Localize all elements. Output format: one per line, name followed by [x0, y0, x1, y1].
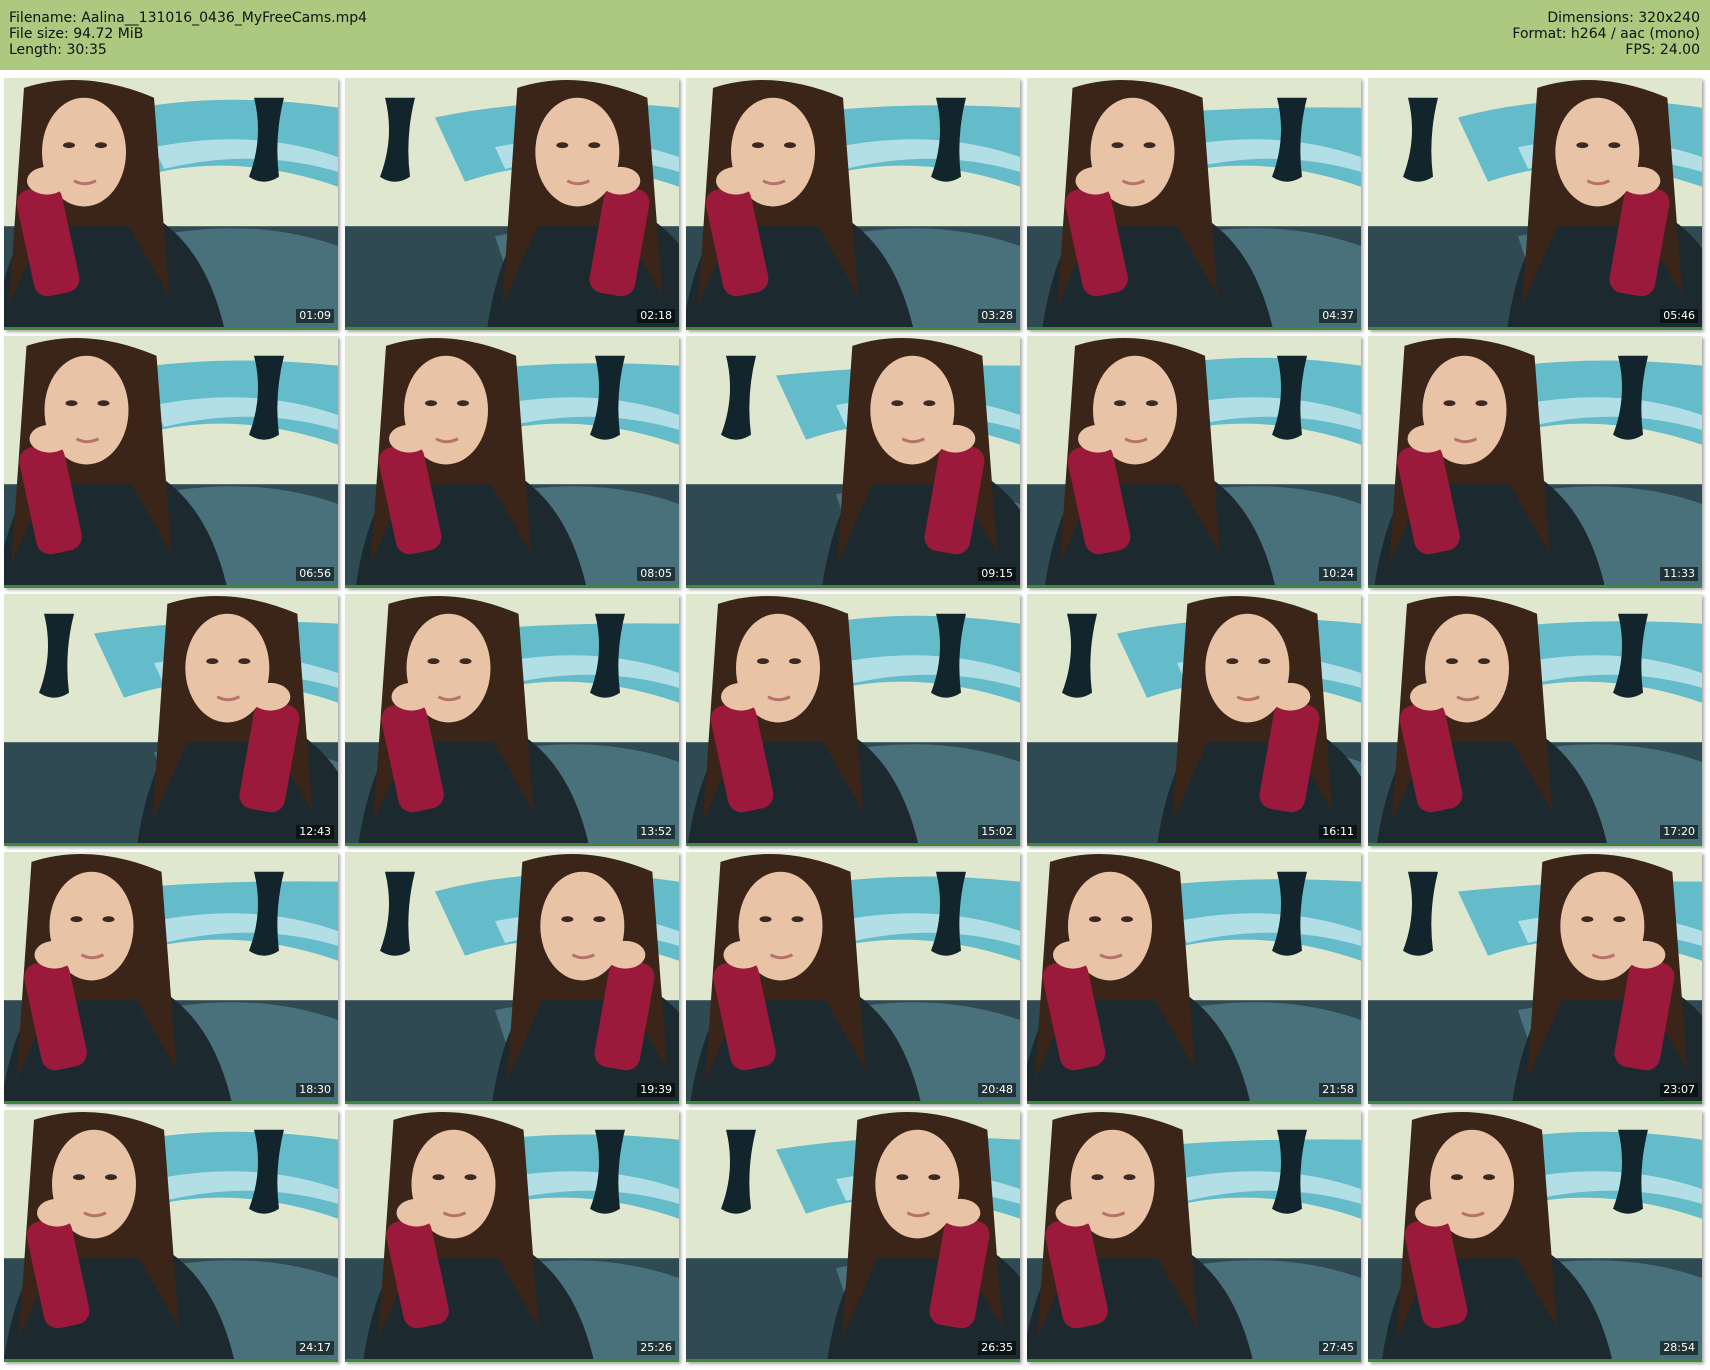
timestamp-label: 24:17 — [296, 1341, 334, 1355]
timestamp-label: 27:45 — [1319, 1341, 1357, 1355]
video-frame-image — [4, 1110, 338, 1359]
thumbnail-frame: 18:30 — [4, 852, 338, 1104]
video-frame-image — [4, 336, 338, 585]
thumbnail-frame: 20:48 — [686, 852, 1020, 1104]
video-frame-image — [1368, 594, 1702, 843]
thumbnail-frame: 17:20 — [1368, 594, 1702, 846]
video-frame-image — [1368, 1110, 1702, 1359]
file-info: Filename: Aalina__131016_0436_MyFreeCams… — [9, 10, 367, 58]
video-frame-image — [1368, 336, 1702, 585]
timestamp-label: 26:35 — [978, 1341, 1016, 1355]
fps-text: FPS: 24.00 — [1625, 42, 1700, 58]
timestamp-label: 05:46 — [1660, 309, 1698, 323]
video-frame-image — [1027, 1110, 1361, 1359]
thumbnail-frame: 19:39 — [345, 852, 679, 1104]
timestamp-label: 12:43 — [296, 825, 334, 839]
video-frame-image — [345, 78, 679, 327]
video-frame-image — [1368, 852, 1702, 1101]
timestamp-label: 23:07 — [1660, 1083, 1698, 1097]
video-frame-image — [345, 594, 679, 843]
thumbnail-frame: 16:11 — [1027, 594, 1361, 846]
timestamp-label: 21:58 — [1319, 1083, 1357, 1097]
thumbnail-frame: 04:37 — [1027, 78, 1361, 330]
timestamp-label: 09:15 — [978, 567, 1016, 581]
filesize-text: File size: 94.72 MiB — [9, 26, 144, 42]
video-frame-image — [686, 1110, 1020, 1359]
filename-text: Filename: Aalina__131016_0436_MyFreeCams… — [9, 10, 367, 26]
thumbnail-frame: 05:46 — [1368, 78, 1702, 330]
timestamp-label: 13:52 — [637, 825, 675, 839]
thumbnail-frame: 02:18 — [345, 78, 679, 330]
length-text: Length: 30:35 — [9, 42, 107, 58]
thumbnail-frame: 03:28 — [686, 78, 1020, 330]
timestamp-label: 02:18 — [637, 309, 675, 323]
video-frame-image — [686, 852, 1020, 1101]
timestamp-label: 15:02 — [978, 825, 1016, 839]
video-frame-image — [1368, 78, 1702, 327]
video-frame-image — [1027, 336, 1361, 585]
timestamp-label: 17:20 — [1660, 825, 1698, 839]
timestamp-label: 04:37 — [1319, 309, 1357, 323]
thumbnail-frame: 15:02 — [686, 594, 1020, 846]
thumbnail-frame: 10:24 — [1027, 336, 1361, 588]
thumbnail-frame: 12:43 — [4, 594, 338, 846]
thumbnail-frame: 21:58 — [1027, 852, 1361, 1104]
thumbnail-frame: 13:52 — [345, 594, 679, 846]
dimensions-text: Dimensions: 320x240 — [1547, 10, 1700, 26]
thumbnail-frame: 06:56 — [4, 336, 338, 588]
video-frame-image — [4, 852, 338, 1101]
video-frame-image — [4, 594, 338, 843]
video-frame-image — [345, 852, 679, 1101]
video-frame-image — [1027, 78, 1361, 327]
timestamp-label: 20:48 — [978, 1083, 1016, 1097]
timestamp-label: 19:39 — [637, 1083, 675, 1097]
video-frame-image — [1027, 852, 1361, 1101]
thumbnail-frame: 23:07 — [1368, 852, 1702, 1104]
timestamp-label: 10:24 — [1319, 567, 1357, 581]
video-frame-image — [686, 336, 1020, 585]
thumbnail-frame: 01:09 — [4, 78, 338, 330]
format-text: Format: h264 / aac (mono) — [1512, 26, 1700, 42]
timestamp-label: 08:05 — [637, 567, 675, 581]
timestamp-label: 01:09 — [296, 309, 334, 323]
thumbnail-frame: 24:17 — [4, 1110, 338, 1362]
video-frame-image — [345, 1110, 679, 1359]
video-frame-image — [345, 336, 679, 585]
timestamp-label: 18:30 — [296, 1083, 334, 1097]
thumbnail-frame: 09:15 — [686, 336, 1020, 588]
info-header: Filename: Aalina__131016_0436_MyFreeCams… — [0, 0, 1710, 70]
video-frame-image — [4, 78, 338, 327]
thumbnail-frame: 28:54 — [1368, 1110, 1702, 1362]
video-frame-image — [686, 78, 1020, 327]
thumbnail-frame: 11:33 — [1368, 336, 1702, 588]
timestamp-label: 25:26 — [637, 1341, 675, 1355]
thumbnail-grid: 01:09 02:18 03:28 04:37 05:46 06:56 08:05 09:15… — [4, 78, 1706, 1366]
timestamp-label: 03:28 — [978, 309, 1016, 323]
timestamp-label: 16:11 — [1319, 825, 1357, 839]
timestamp-label: 28:54 — [1660, 1341, 1698, 1355]
thumbnail-frame: 25:26 — [345, 1110, 679, 1362]
timestamp-label: 06:56 — [296, 567, 334, 581]
thumbnail-frame: 08:05 — [345, 336, 679, 588]
thumbnail-frame: 27:45 — [1027, 1110, 1361, 1362]
timestamp-label: 11:33 — [1660, 567, 1698, 581]
thumbnail-frame: 26:35 — [686, 1110, 1020, 1362]
stream-info: Dimensions: 320x240 Format: h264 / aac (… — [1512, 10, 1700, 58]
video-frame-image — [686, 594, 1020, 843]
video-frame-image — [1027, 594, 1361, 843]
